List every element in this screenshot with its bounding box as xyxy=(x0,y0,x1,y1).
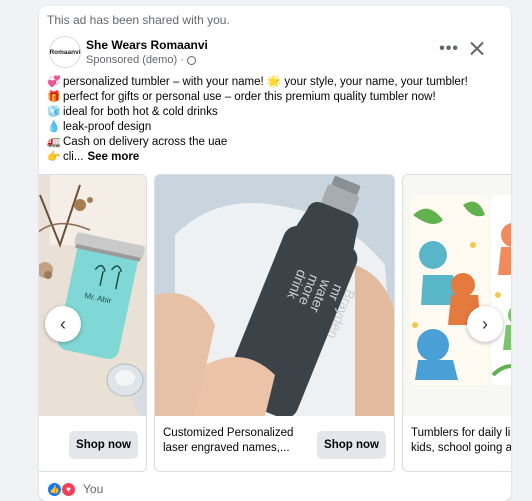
reactions-label: You xyxy=(83,482,104,496)
body-line: 👉 cli... See more xyxy=(47,150,503,165)
carousel-card-title: Tumblers for daily li kids, school going… xyxy=(411,427,511,454)
page-name[interactable]: She Wears Romaanvi xyxy=(86,38,208,52)
love-icon: ♥ xyxy=(61,481,76,497)
body-line-text: leak-proof design xyxy=(63,121,152,133)
close-icon[interactable] xyxy=(469,40,485,56)
carousel: Mr. Abir oz Shop now xyxy=(39,174,511,479)
chevron-right-icon: › xyxy=(482,313,488,334)
body-line-text: perfect for gifts or personal use – orde… xyxy=(63,91,436,103)
sponsored-label: Sponsored (demo) · xyxy=(86,54,196,66)
avatar-text: Romaanvi xyxy=(49,48,81,56)
body-line-text: Cash on delivery across the uae xyxy=(63,136,228,148)
ice-icon: 🧊 xyxy=(47,106,61,118)
carousel-card-title: Customized Personalized laser engraved n… xyxy=(163,427,294,454)
body-line: 🚛 Cash on delivery across the uae xyxy=(47,135,503,150)
dino-tumbler-image[interactable] xyxy=(403,175,511,416)
heart-icon: 💞 xyxy=(47,76,61,88)
tumbler-photo: Mr. Abir xyxy=(39,175,146,416)
more-options-icon[interactable]: ••• xyxy=(439,40,459,58)
shared-note: This ad has been shared with you. xyxy=(47,13,230,27)
truck-icon: 🚛 xyxy=(47,136,61,148)
bottle-photo: drink more water mr Brayden xyxy=(155,175,394,416)
body-line-text: personalized tumbler – with your name! 🌟… xyxy=(63,76,468,88)
dino-photo xyxy=(403,175,511,416)
tumbler-product-image[interactable]: Mr. Abir xyxy=(39,175,146,416)
body-line-text: ideal for both hot & cold drinks xyxy=(63,106,218,118)
carousel-next-button[interactable]: › xyxy=(467,306,503,342)
gift-icon: 🎁 xyxy=(47,91,61,103)
body-line-text: cli... xyxy=(63,151,84,163)
body-line: 💧 leak-proof design xyxy=(47,120,503,135)
ad-card: This ad has been shared with you. Romaan… xyxy=(39,6,511,501)
body-line: 💞 personalized tumbler – with your name! … xyxy=(47,75,503,90)
post-header: Romaanvi She Wears Romaanvi Sponsored (d… xyxy=(49,34,501,74)
see-more-link[interactable]: See more xyxy=(87,150,139,165)
reactions-bar[interactable]: 👍 ♥ You xyxy=(47,480,103,498)
chevron-left-icon: ‹ xyxy=(60,313,66,334)
bottle-product-image[interactable]: drink more water mr Brayden xyxy=(155,175,394,416)
shop-now-button[interactable]: Shop now xyxy=(317,431,386,459)
carousel-prev-button[interactable]: ‹ xyxy=(45,306,81,342)
like-icon: 👍 xyxy=(47,481,62,497)
sponsored-text: Sponsored (demo) · xyxy=(86,54,184,66)
post-body: 💞 personalized tumbler – with your name! … xyxy=(47,75,503,165)
carousel-card[interactable]: drink more water mr Brayden Customized P… xyxy=(154,174,395,472)
avatar[interactable]: Romaanvi xyxy=(49,36,81,68)
droplet-icon: 💧 xyxy=(47,121,61,133)
shop-now-button[interactable]: Shop now xyxy=(69,431,138,459)
body-line: 🧊 ideal for both hot & cold drinks xyxy=(47,105,503,120)
body-line: 🎁 perfect for gifts or personal use – ord… xyxy=(47,90,503,105)
globe-icon xyxy=(186,55,196,65)
pointing-hand-icon: 👉 xyxy=(47,151,61,163)
